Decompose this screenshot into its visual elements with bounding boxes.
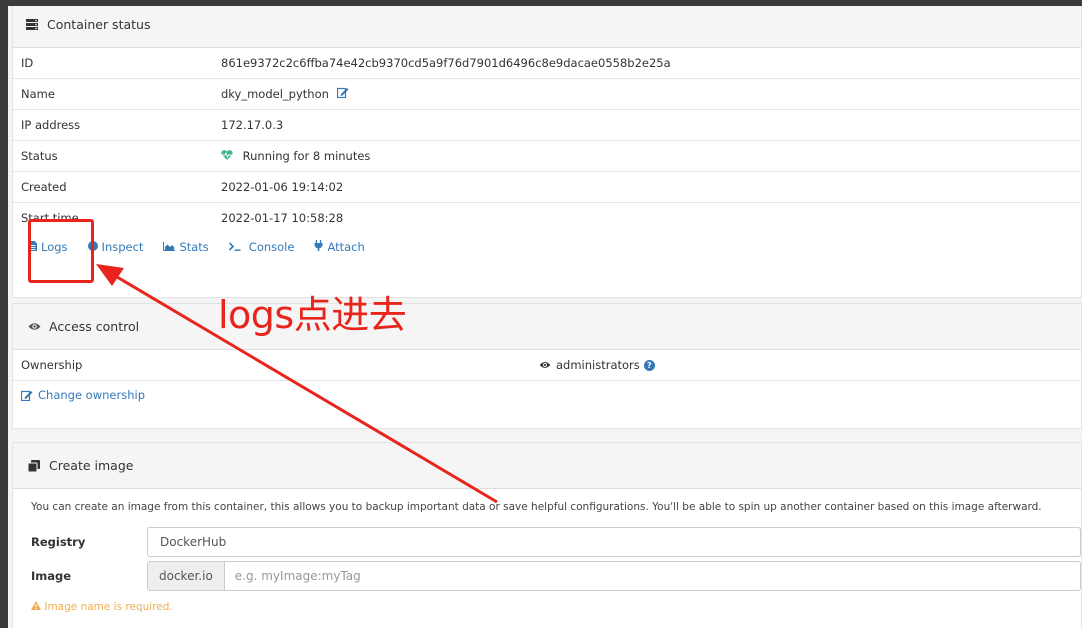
- annotation-arrow: [96, 264, 498, 504]
